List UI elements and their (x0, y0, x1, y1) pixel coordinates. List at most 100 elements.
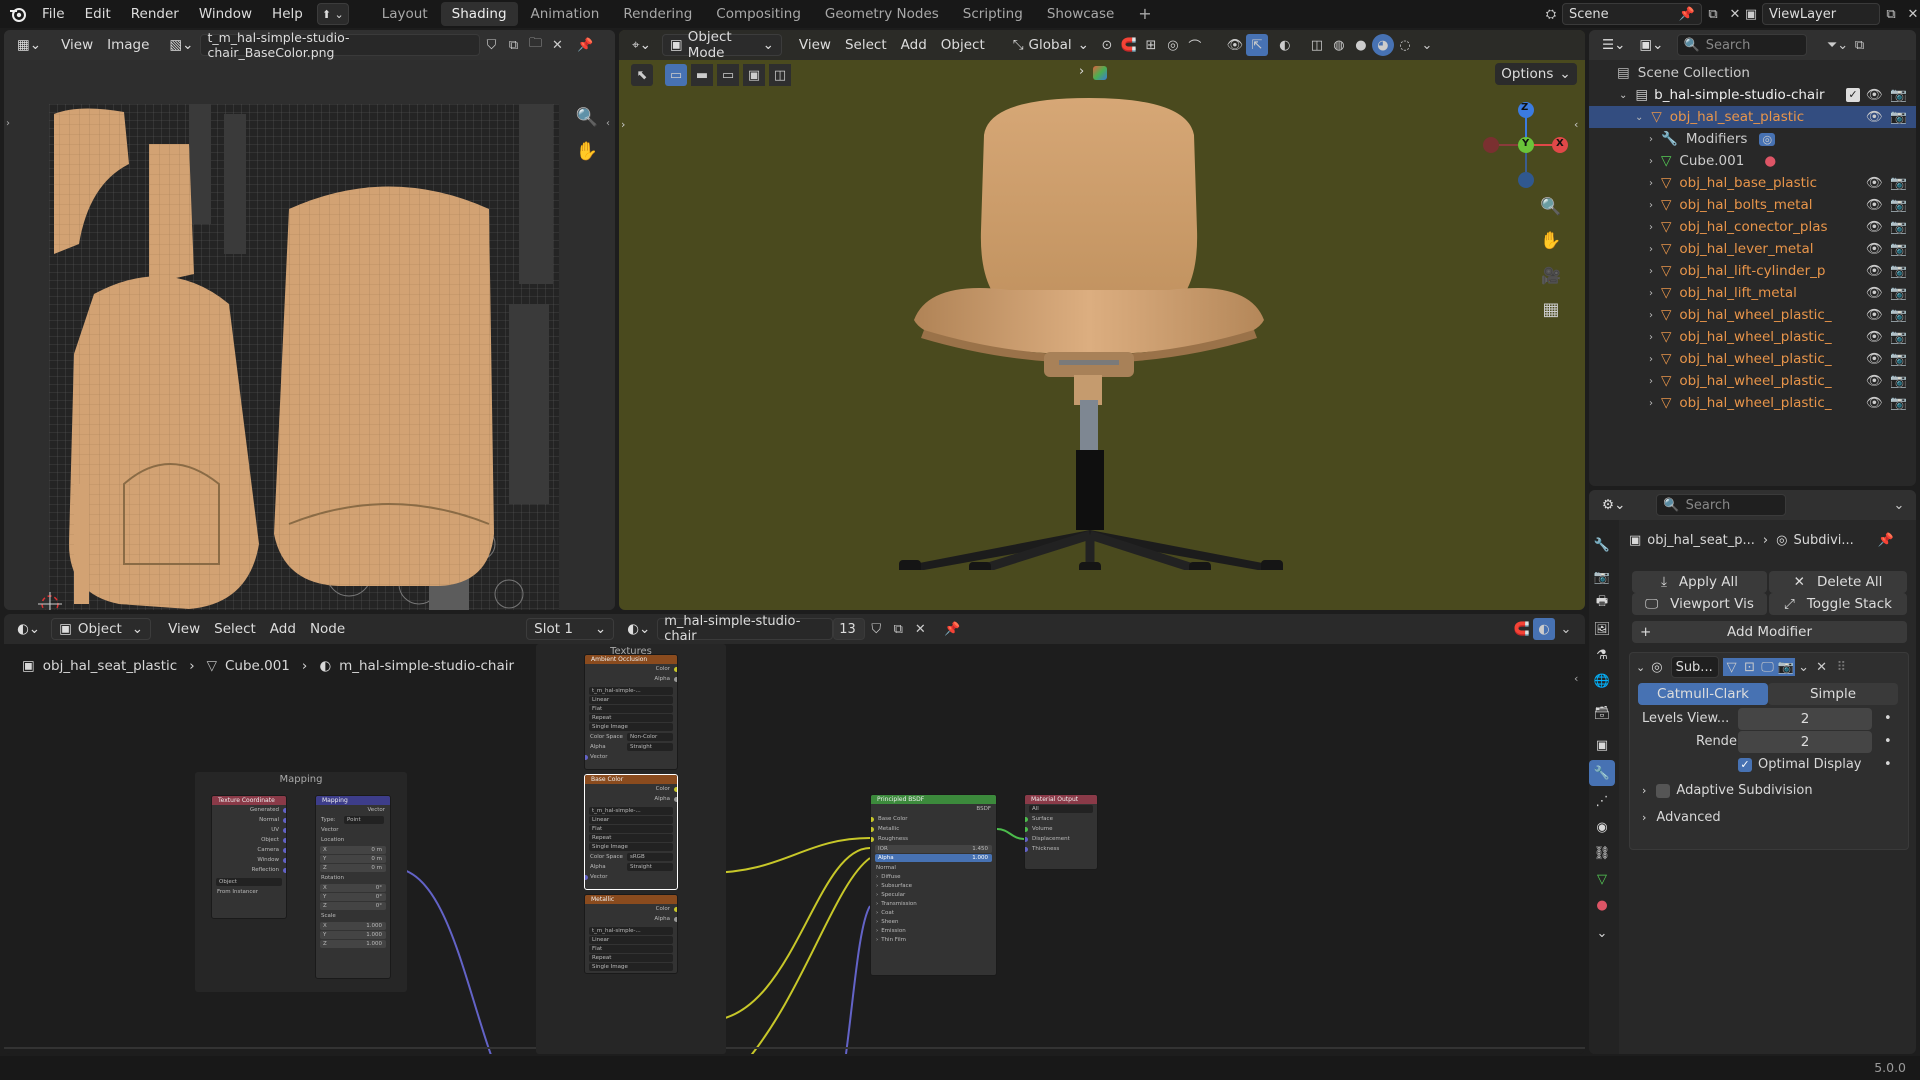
material-name-field[interactable]: m_hal-simple-studio-chair (657, 614, 834, 644)
filter-icon[interactable]: ⏷⌄ (1827, 34, 1849, 56)
shading-options-icon[interactable]: ⌄ (1416, 34, 1438, 56)
expand-arrow-icon[interactable]: › (1649, 376, 1653, 387)
viewlayer-name-field[interactable]: ViewLayer (1762, 3, 1880, 25)
eye-icon[interactable]: 👁 (1866, 175, 1883, 191)
edit-mode-icon[interactable]: ▽ (1722, 658, 1741, 676)
menu-edit[interactable]: Edit (75, 0, 121, 28)
apply-all-button[interactable]: ⤓ Apply All (1632, 571, 1767, 593)
node-dropdown[interactable]: Flat (589, 945, 673, 953)
select-intersect-icon[interactable]: ◫ (769, 64, 791, 86)
eye-icon[interactable]: 👁 (1866, 395, 1883, 411)
properties-search-input[interactable]: 🔍 Search (1656, 494, 1787, 516)
tab-shading[interactable]: Shading (440, 2, 518, 26)
ior-field[interactable]: IOR 1.450 (875, 845, 992, 853)
outliner-item[interactable]: › ▽ obj_hal_wheel_plastic_ 👁 📷 (1589, 326, 1916, 348)
gizmo-icon[interactable]: ⇱ (1245, 34, 1268, 56)
camera-icon[interactable]: 📷 (1890, 395, 1907, 411)
keyframe-dot-icon[interactable]: • (1884, 734, 1892, 749)
menu-add[interactable]: Add (894, 34, 934, 56)
eye-icon[interactable]: 👁 (1866, 197, 1883, 213)
camera-view-icon[interactable]: 🎥 (1540, 264, 1562, 286)
node-dropdown[interactable]: Repeat (589, 714, 673, 722)
outliner-item[interactable]: › ▽ obj_hal_wheel_plastic_ 👁 📷 (1589, 348, 1916, 370)
node-dropdown[interactable]: Single Image (589, 843, 673, 851)
outliner-item[interactable]: › ▽ Cube.001 ● (1589, 150, 1916, 172)
scene-icon[interactable]: ⛭ (1540, 3, 1562, 25)
optimal-display-checkbox[interactable]: ✓ Optimal Display (1738, 757, 1862, 772)
menu-render[interactable]: Render (121, 0, 189, 28)
color-space-dropdown[interactable]: Non-Color (627, 733, 673, 741)
outliner-item[interactable]: › ▽ obj_hal_base_plastic 👁 📷 (1589, 172, 1916, 194)
node-dropdown[interactable]: Linear (589, 936, 673, 944)
bsdf-panel-toggle[interactable]: › Specular (871, 891, 996, 900)
input-socket[interactable] (871, 837, 874, 842)
camera-icon[interactable]: 📷 (1890, 351, 1907, 367)
material-tab-icon[interactable]: ● (1589, 892, 1615, 918)
camera-icon[interactable]: 📷 (1890, 329, 1907, 345)
tab-rendering[interactable]: Rendering (612, 2, 703, 26)
camera-icon[interactable]: 📷 (1890, 197, 1907, 213)
menu-window[interactable]: Window (189, 0, 262, 28)
expand-arrow-icon[interactable]: › (1649, 354, 1653, 365)
mapping-scl-field[interactable]: X 1.000 (320, 922, 386, 930)
node-dropdown[interactable]: Linear (589, 696, 673, 704)
image-name-field[interactable]: t_m_hal-simple-studio-chair_BaseColor.pn… (200, 30, 481, 60)
collection-tab-icon[interactable]: 🗃 (1589, 700, 1615, 726)
material-users-count[interactable]: 13 (833, 618, 866, 640)
expand-arrow-icon[interactable]: ⌄ (1619, 90, 1627, 101)
sidebar-toggle-arrow-icon[interactable]: ‹ (606, 118, 610, 129)
toggle-stack-button[interactable]: ⤢ Toggle Stack (1769, 593, 1907, 615)
menu-view[interactable]: View (54, 34, 100, 56)
mapping-loc-field[interactable]: Z0 m (320, 864, 386, 872)
pin-icon[interactable]: 📌 (941, 618, 963, 640)
options-dropdown[interactable]: Options ⌄ (1495, 63, 1577, 85)
constraints-tab-icon[interactable]: ⛓ (1589, 840, 1615, 866)
tab-showcase[interactable]: Showcase (1036, 2, 1125, 26)
mapping-type-dropdown[interactable]: Point (344, 816, 384, 824)
material-icon[interactable]: ● (1764, 153, 1776, 169)
scene-collection-row[interactable]: ▤ Scene Collection (1589, 62, 1916, 84)
data-tab-icon[interactable]: ▽ (1589, 866, 1615, 892)
camera-icon[interactable]: 📷 (1890, 241, 1907, 257)
advanced-panel[interactable]: › Advanced (1642, 810, 1721, 825)
menu-help[interactable]: Help (262, 0, 313, 28)
expand-arrow-icon[interactable]: › (1649, 310, 1653, 321)
camera-icon[interactable]: 📷 (1890, 307, 1907, 323)
display-mode-icon[interactable]: ▣⌄ (1632, 34, 1670, 56)
adaptive-subdivision-panel[interactable]: › Adaptive Subdivision (1642, 783, 1813, 798)
mapping-loc-field[interactable]: X0 m (320, 846, 386, 854)
pivot-icon[interactable]: ⊙ (1096, 34, 1118, 56)
close-icon[interactable]: ✕ (1813, 656, 1831, 678)
overlay-icon[interactable]: ◐ (1533, 618, 1555, 640)
output-socket[interactable] (283, 838, 286, 843)
new-viewlayer-icon[interactable]: ⧉ (1880, 3, 1902, 25)
add-modifier-button[interactable]: + Add Modifier (1632, 621, 1907, 643)
hand-pan-icon[interactable]: ✋ (1540, 230, 1562, 252)
camera-icon[interactable]: 📷 (1890, 263, 1907, 279)
image-texture-node[interactable]: Metallic Color Alpha t_m_hal-simple-... Line… (584, 894, 678, 974)
more-tabs-icon[interactable]: ⌄ (1589, 920, 1615, 946)
navigation-gizmo[interactable]: Z X Y (1481, 100, 1571, 190)
cage-icon[interactable]: ⊡ (1740, 658, 1759, 676)
select-tool-icon[interactable]: ⬉ (631, 64, 653, 86)
editor-type-icon[interactable]: ☰⌄ (1595, 34, 1632, 56)
overlay-icon[interactable]: ◐ (1274, 34, 1296, 56)
scene-name-field[interactable]: Scene 📌 (1562, 3, 1702, 25)
output-socket[interactable] (283, 868, 286, 873)
new-collection-icon[interactable]: ⧉ (1849, 34, 1871, 56)
outliner-item[interactable]: › ▽ obj_hal_wheel_plastic_ 👁 📷 (1589, 304, 1916, 326)
mapping-loc-field[interactable]: Y0 m (320, 855, 386, 863)
camera-icon[interactable]: 📷 (1890, 373, 1907, 389)
mode-dropdown[interactable]: ▣ Object Mode ⌄ (661, 30, 782, 61)
wireframe-shading-icon[interactable]: ◍ (1328, 34, 1350, 56)
expand-arrow-icon[interactable]: ⌄ (1635, 112, 1643, 123)
tab-scripting[interactable]: Scripting (952, 2, 1034, 26)
menu-add[interactable]: Add (263, 618, 303, 640)
falloff-icon[interactable]: ⌒ (1184, 34, 1206, 56)
delete-all-button[interactable]: ✕ Delete All (1769, 571, 1907, 593)
mapping-rot-field[interactable]: Y 0° (320, 893, 386, 901)
camera-icon[interactable]: 📷 (1890, 175, 1907, 191)
simple-button[interactable]: Simple (1768, 683, 1898, 705)
node-dropdown[interactable]: Flat (589, 705, 673, 713)
mapping-node[interactable]: Mapping Vector Type: Point Vector Locatio… (315, 795, 391, 979)
